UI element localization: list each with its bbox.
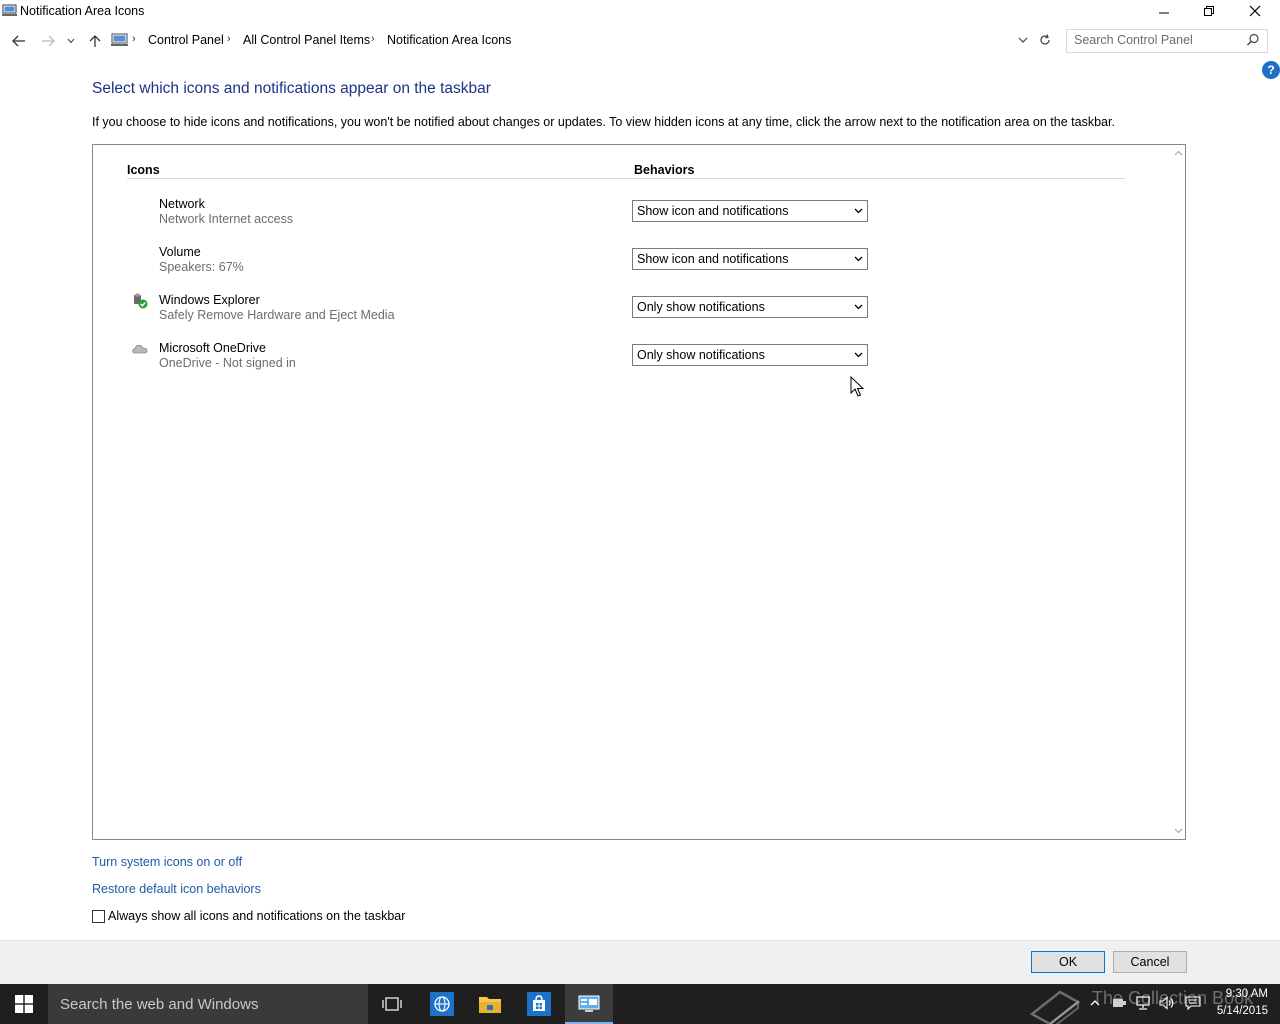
taskbar-search-placeholder[interactable]: Search the web and Windows <box>60 996 258 1013</box>
title-bar <box>0 0 1280 24</box>
chevron-down-icon <box>849 249 867 269</box>
globe-icon <box>430 992 454 1016</box>
row-volume-name: Volume <box>159 245 201 259</box>
scroll-up-button[interactable] <box>1171 146 1185 160</box>
clock-time[interactable]: 9:30 AM <box>1212 988 1268 1000</box>
tray-action-center-button[interactable] <box>1184 994 1202 1012</box>
row-network-description: Network Internet access <box>159 212 294 226</box>
row-windows-explorer-description: Safely Remove Hardware and Eject Media <box>159 308 395 322</box>
always-show-label[interactable]: Always show all icons and notifications … <box>108 909 405 923</box>
address-history-button[interactable] <box>1013 30 1033 50</box>
restore-default-behaviors-link[interactable]: Restore default icon behaviors <box>92 882 261 896</box>
close-button[interactable] <box>1232 0 1278 22</box>
chevron-down-icon <box>849 345 867 365</box>
up-arrow-icon <box>89 35 101 47</box>
chevron-down-icon <box>849 297 867 317</box>
chevron-up-icon <box>1090 1000 1100 1006</box>
chevron-down-icon <box>1174 828 1182 834</box>
file-explorer-button[interactable] <box>466 984 514 1024</box>
restore-icon <box>1204 6 1214 16</box>
row-network-name: Network <box>159 197 205 211</box>
forward-arrow-icon <box>42 35 55 47</box>
onedrive-cloud-icon <box>132 344 148 354</box>
turn-system-icons-link[interactable]: Turn system icons on or off <box>92 855 242 869</box>
up-button[interactable] <box>84 30 106 52</box>
breadcrumb-separator[interactable]: › <box>371 33 375 45</box>
breadcrumb-notification-area-icons[interactable]: Notification Area Icons <box>387 33 511 47</box>
close-icon <box>1249 5 1261 17</box>
behavior-value: Only show notifications <box>637 300 765 314</box>
show-hidden-icons-button[interactable] <box>1086 994 1104 1012</box>
chevron-down-icon <box>849 201 867 221</box>
search-icon[interactable] <box>1246 33 1260 47</box>
store-bag-icon <box>527 992 551 1016</box>
usb-eject-icon <box>134 293 148 309</box>
page-title: Select which icons and notifications app… <box>92 80 491 97</box>
row-windows-explorer-name: Windows Explorer <box>159 293 260 307</box>
windows-logo-icon <box>15 995 33 1013</box>
usb-eject-icon <box>1113 999 1126 1007</box>
action-center-icon <box>1185 996 1201 1010</box>
search-input[interactable] <box>1074 33 1244 47</box>
restore-button[interactable] <box>1186 0 1232 22</box>
task-view-button[interactable] <box>368 984 416 1024</box>
back-arrow-icon <box>12 35 25 47</box>
vertical-scrollbar[interactable] <box>1170 145 1185 839</box>
window-title: Notification Area Icons <box>20 4 145 18</box>
column-header-behaviors: Behaviors <box>634 163 695 177</box>
cancel-button[interactable]: Cancel <box>1113 951 1187 973</box>
minimize-button[interactable] <box>1141 0 1187 22</box>
browser-app-button[interactable] <box>418 984 466 1024</box>
refresh-icon <box>1040 34 1050 45</box>
row-onedrive-name: Microsoft OneDrive <box>159 341 266 355</box>
ok-button[interactable]: OK <box>1031 951 1105 973</box>
behavior-dropdown-volume[interactable]: Show icon and notifications <box>632 248 868 270</box>
task-view-icon <box>382 997 402 1011</box>
minimize-icon <box>1159 12 1169 14</box>
chevron-down-icon <box>1018 37 1028 43</box>
back-button[interactable] <box>8 30 30 52</box>
tray-usb-button[interactable] <box>1110 994 1128 1012</box>
breadcrumb-separator[interactable]: › <box>132 33 136 45</box>
folder-icon <box>479 997 501 1013</box>
tray-network-button[interactable] <box>1134 994 1152 1012</box>
control-panel-taskbar-icon-wrap[interactable] <box>565 984 613 1024</box>
forward-button[interactable] <box>37 30 59 52</box>
header-divider <box>127 178 1125 179</box>
network-icon <box>1136 996 1150 1010</box>
scroll-down-button[interactable] <box>1171 824 1185 838</box>
control-panel-icon <box>2 4 17 16</box>
clock-date[interactable]: 5/14/2015 <box>1206 1005 1268 1017</box>
breadcrumb-control-panel[interactable]: Control Panel <box>148 33 224 47</box>
behavior-value: Only show notifications <box>637 348 765 362</box>
recent-locations-button[interactable] <box>62 30 80 52</box>
help-button[interactable]: ? <box>1262 61 1280 79</box>
behavior-dropdown-network[interactable]: Show icon and notifications <box>632 200 868 222</box>
refresh-button[interactable] <box>1035 30 1055 50</box>
page-description: If you choose to hide icons and notifica… <box>92 115 1115 129</box>
behavior-dropdown-onedrive[interactable]: Only show notifications <box>632 344 868 366</box>
store-app-button[interactable] <box>515 984 563 1024</box>
row-volume-description: Speakers: 67% <box>159 260 244 274</box>
start-button[interactable] <box>0 984 48 1024</box>
behavior-value: Show icon and notifications <box>637 252 789 266</box>
row-onedrive-description: OneDrive - Not signed in <box>159 356 296 370</box>
control-panel-icon <box>578 995 600 1012</box>
breadcrumb-separator[interactable]: › <box>227 33 231 45</box>
column-header-icons: Icons <box>127 163 160 177</box>
chevron-up-icon <box>1174 150 1182 156</box>
chevron-down-icon <box>67 38 75 44</box>
mouse-cursor-icon <box>850 376 864 397</box>
breadcrumb-all-items[interactable]: All Control Panel Items <box>243 33 370 47</box>
behavior-dropdown-windows-explorer[interactable]: Only show notifications <box>632 296 868 318</box>
always-show-checkbox[interactable] <box>92 910 105 923</box>
speaker-icon <box>1159 996 1174 1010</box>
behavior-value: Show icon and notifications <box>637 204 789 218</box>
control-panel-icon <box>111 33 128 46</box>
tray-volume-button[interactable] <box>1158 994 1176 1012</box>
